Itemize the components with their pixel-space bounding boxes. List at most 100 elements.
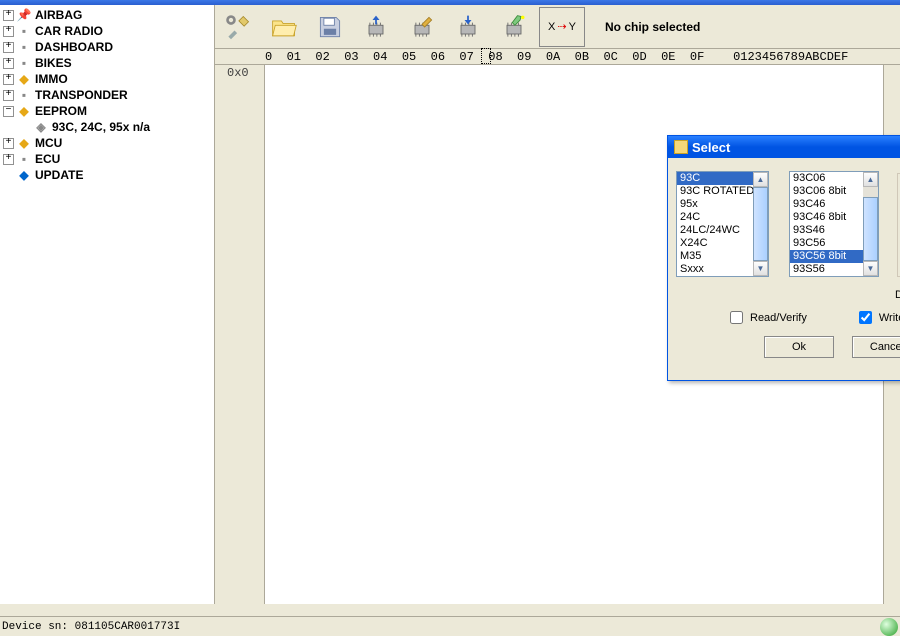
tree-item[interactable]: +▪ CAR RADIO — [0, 23, 214, 39]
toolbar: X ⇢ Y No chip selected — [215, 5, 900, 49]
expand-icon[interactable]: + — [3, 26, 14, 37]
tree-item[interactable]: +▪DASHBOARD — [0, 39, 214, 55]
list-item[interactable]: Sxxx — [677, 263, 753, 276]
read-verify-option[interactable]: Read/Verify — [726, 308, 807, 327]
device-tree[interactable]: +📌AIRBAG+▪CAR RADIO+▪DASHBOARD+▪BIKES+◆I… — [0, 5, 215, 604]
arrow-icon: ⇢ — [557, 20, 566, 33]
listbox2-scrollbar[interactable]: ▲ ▼ — [863, 172, 878, 276]
tree-node-label: ECU — [35, 152, 60, 166]
list-item[interactable]: 93C06 8bit — [790, 185, 863, 198]
select-dialog: Select ✕ 93C93C ROTATED95x24C24LC/24WCX2… — [667, 135, 900, 381]
hex-column-header: 0 01 02 03 04 05 06 07 08 09 0A 0B 0C 0D… — [215, 49, 900, 65]
list-item[interactable]: 24LC/24WC — [677, 224, 753, 237]
tree-node-icon: ▪ — [17, 88, 31, 102]
expand-icon[interactable]: + — [3, 10, 14, 21]
tree-node-icon: ▪ — [17, 56, 31, 70]
chip-down-icon[interactable] — [445, 7, 491, 47]
tree-node-icon: 📌 — [17, 8, 31, 22]
tree-node-label: AIRBAG — [35, 8, 82, 22]
list-item[interactable]: RAxx — [677, 276, 753, 277]
tree-node-icon: ▪ — [17, 152, 31, 166]
tree-node-icon: ◆ — [17, 168, 31, 182]
write-verify-checkbox[interactable] — [859, 311, 872, 324]
tree-item[interactable]: +▪ ECU — [0, 151, 214, 167]
tree-node-label: CAR RADIO — [35, 24, 103, 38]
tree-item[interactable]: +▪ TRANSPONDER — [0, 87, 214, 103]
list-item[interactable]: 93C06 — [790, 172, 863, 185]
status-text: Device sn: 081105CAR001773I — [2, 621, 180, 633]
tree-node-label: UPDATE — [35, 168, 83, 182]
hex-editor-area[interactable]: 0x0 Select ✕ 93C93C ROTATED95x24C24LC/24… — [215, 65, 900, 604]
tree-item[interactable]: +◆ MCU — [0, 135, 214, 151]
tree-item[interactable]: +📌 AIRBAG — [0, 7, 214, 23]
list-item[interactable]: 93S56 — [790, 263, 863, 276]
list-item[interactable]: 93C — [677, 172, 753, 185]
xy-swap-button[interactable]: X ⇢ Y — [539, 7, 585, 47]
scroll-up-icon[interactable]: ▲ — [863, 172, 878, 187]
save-icon[interactable] — [307, 7, 353, 47]
list-item[interactable]: 93C56 — [790, 237, 863, 250]
dialog-titlebar[interactable]: Select ✕ — [668, 136, 900, 158]
scroll-down-icon[interactable]: ▼ — [753, 261, 768, 276]
tree-item[interactable]: ◆ UPDATE — [0, 167, 214, 183]
chip-read-icon[interactable] — [353, 7, 399, 47]
expand-icon[interactable]: + — [3, 154, 14, 165]
expand-icon[interactable]: + — [3, 138, 14, 149]
dialog-title-text: Select — [692, 140, 730, 155]
expand-icon[interactable]: + — [3, 74, 14, 85]
folder-open-icon[interactable] — [261, 7, 307, 47]
chip-status-label: No chip selected — [605, 20, 700, 34]
cancel-button[interactable]: Cancel — [852, 336, 900, 358]
list-item[interactable]: 93C46 — [790, 198, 863, 211]
tree-item[interactable]: +◆IMMO — [0, 71, 214, 87]
scroll-track[interactable] — [863, 187, 878, 197]
tree-node-icon: ▪ — [17, 40, 31, 54]
scroll-up-icon[interactable]: ▲ — [753, 172, 768, 187]
listbox1-scrollbar[interactable]: ▲ ▼ — [753, 172, 768, 276]
dialog-icon — [674, 140, 688, 154]
list-item[interactable]: 93C46 8bit — [790, 211, 863, 224]
tree-node-label: EEPROM — [35, 104, 87, 118]
write-verify-label: Write/Verify — [879, 312, 900, 324]
tree-item[interactable]: −◆ EEPROM — [0, 103, 214, 119]
tree-node-icon: ◆ — [17, 136, 31, 150]
tree-node-label: 93C, 24C, 95x n/a — [52, 120, 150, 134]
list-item[interactable]: M35 — [677, 250, 753, 263]
ok-button[interactable]: Ok — [764, 336, 834, 358]
read-verify-label: Read/Verify — [750, 312, 807, 324]
tree-node-icon: ▪ — [17, 24, 31, 38]
tree-node-label: MCU — [35, 136, 62, 150]
tree-node-icon: ◆ — [17, 104, 31, 118]
hex-address-gutter: 0x0 — [215, 65, 265, 604]
hex-address-0: 0x0 — [215, 66, 264, 82]
tools-icon[interactable] — [215, 7, 261, 47]
write-verify-option[interactable]: Write/Verify — [855, 308, 900, 327]
read-verify-checkbox[interactable] — [730, 311, 743, 324]
expand-icon[interactable]: + — [3, 42, 14, 53]
list-item[interactable]: 93C56 8bit — [790, 250, 863, 263]
chip-family-listbox[interactable]: 93C93C ROTATED95x24C24LC/24WCX24CM35Sxxx… — [676, 171, 769, 277]
tree-item[interactable]: ◈93C, 24C, 95x n/a — [0, 119, 214, 135]
list-item[interactable]: 24C — [677, 211, 753, 224]
scroll-thumb[interactable] — [863, 197, 878, 261]
expand-icon[interactable]: + — [3, 58, 14, 69]
tree-node-label: TRANSPONDER — [35, 88, 128, 102]
list-item[interactable]: 93S46 — [790, 224, 863, 237]
status-led-icon — [880, 618, 898, 636]
scroll-down-icon[interactable]: ▼ — [863, 261, 878, 276]
status-bar: Device sn: 081105CAR001773I — [0, 616, 900, 636]
expand-icon[interactable] — [3, 170, 14, 181]
list-item[interactable]: 95x — [677, 198, 753, 211]
list-item[interactable]: 93C ROTATED — [677, 185, 753, 198]
chip-write-icon[interactable] — [399, 7, 445, 47]
scroll-thumb[interactable] — [753, 187, 768, 261]
xy-x: X — [548, 21, 555, 33]
list-item[interactable]: 93C66 — [790, 276, 863, 277]
chip-erase-icon[interactable] — [491, 7, 537, 47]
chip-model-listbox[interactable]: 93C0693C06 8bit93C4693C46 8bit93S4693C56… — [789, 171, 879, 277]
tree-node-label: BIKES — [35, 56, 72, 70]
list-item[interactable]: X24C — [677, 237, 753, 250]
expand-icon[interactable]: + — [3, 90, 14, 101]
tree-item[interactable]: +▪ BIKES — [0, 55, 214, 71]
collapse-icon[interactable]: − — [3, 106, 14, 117]
